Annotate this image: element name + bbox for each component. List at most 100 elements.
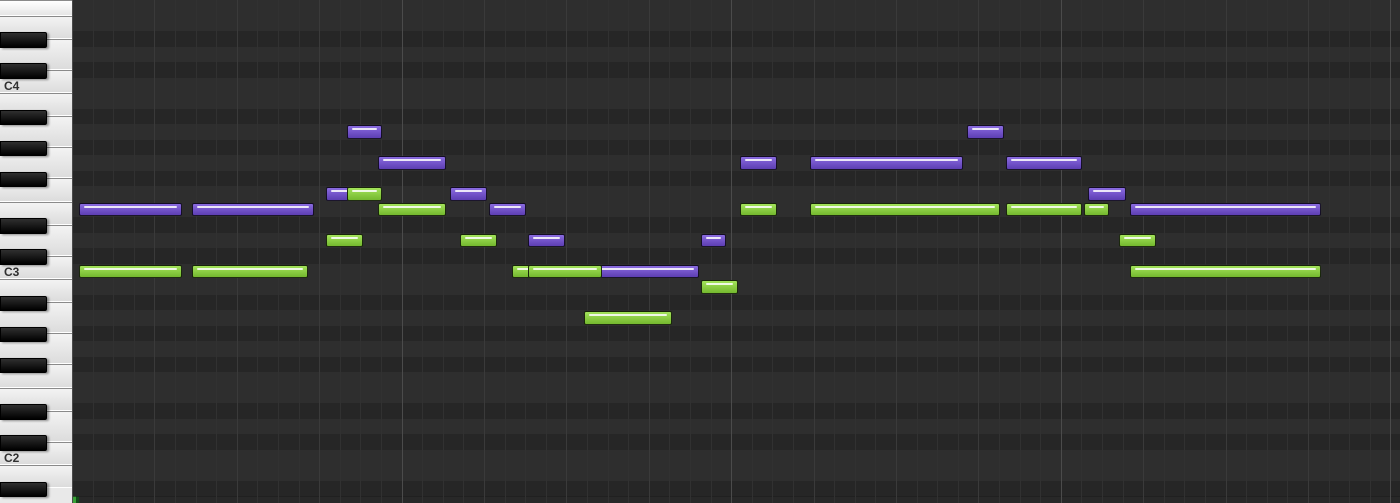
midi-note[interactable] xyxy=(192,203,314,217)
midi-note[interactable] xyxy=(701,280,738,294)
piano-roll-editor: C4C3C2 xyxy=(0,0,1400,503)
piano-key-black[interactable] xyxy=(0,435,47,451)
beat-line xyxy=(752,0,753,503)
beat-line xyxy=(1226,0,1227,503)
beat-line xyxy=(422,0,423,503)
piano-key-black[interactable] xyxy=(0,63,47,79)
beat-line xyxy=(937,0,938,503)
bar-line xyxy=(731,0,732,503)
midi-note[interactable] xyxy=(528,265,602,279)
beat-line xyxy=(814,0,815,503)
piano-key-black[interactable] xyxy=(0,141,47,157)
midi-note[interactable] xyxy=(1006,156,1082,170)
piano-key-black[interactable] xyxy=(0,249,47,265)
piano-key-black[interactable] xyxy=(0,32,47,48)
midi-note[interactable] xyxy=(347,187,382,201)
piano-key-black[interactable] xyxy=(0,327,47,343)
midi-note[interactable] xyxy=(810,156,963,170)
beat-line xyxy=(340,0,341,503)
piano-key-black[interactable] xyxy=(0,404,47,420)
beat-line xyxy=(1164,0,1165,503)
beat-line xyxy=(1329,0,1330,503)
beat-line xyxy=(1205,0,1206,503)
piano-keyboard[interactable]: C4C3C2 xyxy=(0,0,72,503)
beat-line xyxy=(1020,0,1021,503)
grid-row xyxy=(72,481,1400,497)
midi-note[interactable] xyxy=(1119,234,1156,248)
beat-line xyxy=(443,0,444,503)
beat-line xyxy=(1123,0,1124,503)
beat-line xyxy=(793,0,794,503)
grid-row xyxy=(72,341,1400,357)
beat-line xyxy=(278,0,279,503)
beat-line xyxy=(628,0,629,503)
midi-note[interactable] xyxy=(740,156,777,170)
grid-row xyxy=(72,155,1400,171)
grid-row xyxy=(72,124,1400,140)
grid-row xyxy=(72,47,1400,63)
grid-row xyxy=(72,388,1400,404)
beat-line xyxy=(216,0,217,503)
grid-row xyxy=(72,78,1400,94)
beat-line xyxy=(546,0,547,503)
midi-note[interactable] xyxy=(347,125,382,139)
beat-line xyxy=(484,0,485,503)
grid-row xyxy=(72,62,1400,78)
midi-note[interactable] xyxy=(378,156,446,170)
beat-line xyxy=(566,0,567,503)
piano-key-black[interactable] xyxy=(0,358,47,374)
beat-line xyxy=(1246,0,1247,503)
grid-row xyxy=(72,0,1400,16)
midi-note[interactable] xyxy=(1088,187,1125,201)
grid-row xyxy=(72,186,1400,202)
midi-note[interactable] xyxy=(967,125,1004,139)
piano-key-black[interactable] xyxy=(0,218,47,234)
grid-row xyxy=(72,295,1400,311)
midi-note[interactable] xyxy=(810,203,1000,217)
beat-line xyxy=(381,0,382,503)
beat-line xyxy=(1102,0,1103,503)
beat-line xyxy=(175,0,176,503)
beat-line xyxy=(1349,0,1350,503)
midi-note[interactable] xyxy=(79,265,182,279)
beat-line xyxy=(154,0,155,503)
beat-line xyxy=(319,0,320,503)
midi-note[interactable] xyxy=(528,234,565,248)
note-grid[interactable] xyxy=(72,0,1400,503)
midi-note[interactable] xyxy=(1084,203,1109,217)
midi-note[interactable] xyxy=(701,234,726,248)
beat-line xyxy=(1143,0,1144,503)
bar-line xyxy=(402,0,403,503)
beat-line xyxy=(834,0,835,503)
midi-note[interactable] xyxy=(1130,265,1322,279)
grid-row xyxy=(72,403,1400,419)
beat-line xyxy=(690,0,691,503)
piano-key-black[interactable] xyxy=(0,110,47,126)
beat-line xyxy=(113,0,114,503)
midi-note[interactable] xyxy=(740,203,777,217)
midi-note[interactable] xyxy=(460,234,497,248)
grid-row xyxy=(72,310,1400,326)
midi-note[interactable] xyxy=(489,203,526,217)
midi-note[interactable] xyxy=(1006,203,1082,217)
midi-note[interactable] xyxy=(1130,203,1322,217)
grid-row xyxy=(72,357,1400,373)
piano-key-black[interactable] xyxy=(0,296,47,312)
beat-line xyxy=(608,0,609,503)
piano-key-black[interactable] xyxy=(0,172,47,188)
midi-note[interactable] xyxy=(378,203,446,217)
beat-line xyxy=(1184,0,1185,503)
grid-row xyxy=(72,31,1400,47)
beat-line xyxy=(1370,0,1371,503)
grid-row xyxy=(72,326,1400,342)
midi-note[interactable] xyxy=(192,265,307,279)
grid-row xyxy=(72,248,1400,264)
midi-note[interactable] xyxy=(79,203,182,217)
piano-key-white[interactable] xyxy=(0,0,72,16)
piano-key-black[interactable] xyxy=(0,482,47,498)
midi-note[interactable] xyxy=(584,311,673,325)
beat-line xyxy=(1267,0,1268,503)
beat-line xyxy=(649,0,650,503)
midi-note[interactable] xyxy=(450,187,487,201)
midi-note[interactable] xyxy=(326,234,363,248)
